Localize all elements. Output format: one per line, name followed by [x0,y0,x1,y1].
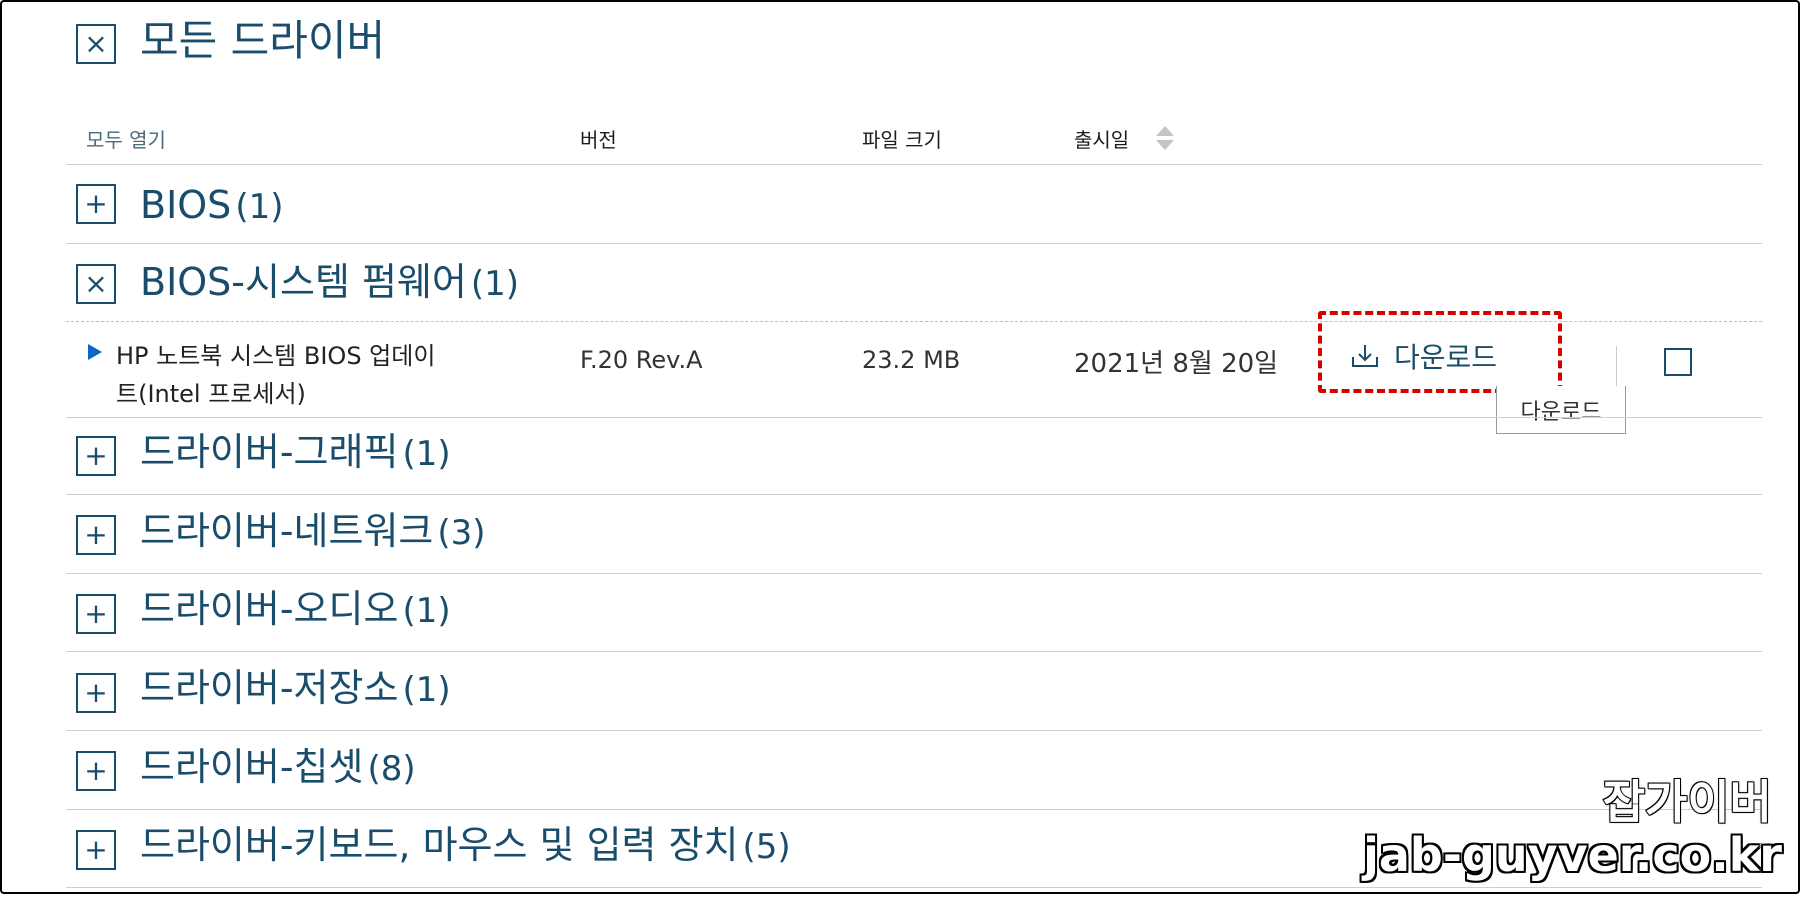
driver-version: F.20 Rev.A [580,346,703,374]
highlight-box [1318,311,1562,393]
category-count: (3) [437,513,486,553]
category-label: 드라이버-저장소 [140,666,399,710]
category-label: 드라이버-오디오 [140,587,399,631]
category-title-storage[interactable]: 드라이버-저장소 (1) [140,669,451,707]
category-count: (5) [742,827,791,867]
category-label: BIOS-시스템 펌웨어 [140,260,467,304]
plus-icon: + [84,754,108,787]
category-label: 드라이버-키보드, 마우스 및 입력 장치 [140,823,739,867]
watermark-url: jab-guyver.co.kr [1363,828,1782,882]
divider [66,164,1762,165]
close-icon: × [84,27,108,60]
open-all-link[interactable]: 모두 열기 [86,124,166,153]
category-count: (1) [402,591,451,631]
category-title-bios[interactable]: BIOS (1) [140,186,283,224]
close-icon: × [84,267,108,300]
category-title-audio[interactable]: 드라이버-오디오 (1) [140,590,451,628]
category-count: (1) [235,187,284,227]
file-size-column-header: 파일 크기 [862,128,942,152]
plus-icon: + [84,676,108,709]
page-title: 모든 드라이버 [140,16,386,65]
divider [66,417,1762,418]
category-title-graphics[interactable]: 드라이버-그래픽 (1) [140,433,451,471]
plus-icon: + [84,187,108,220]
category-label: BIOS [140,183,232,227]
driver-release-date: 2021년 8월 20일 [1074,349,1279,379]
sort-icon[interactable] [1155,124,1175,152]
category-toggle-bios-firmware[interactable]: × [76,264,116,304]
divider [66,887,1762,888]
watermark-brand: 잡가이버 [1602,774,1773,830]
version-column-header: 버전 [580,128,617,152]
divider [66,494,1762,495]
category-label: 드라이버-네트워크 [140,509,434,553]
category-count: (1) [402,670,451,710]
category-toggle-audio[interactable]: + [76,594,116,634]
driver-file-size: 23.2 MB [862,346,961,374]
category-count: (8) [367,749,416,789]
divider [1616,346,1617,386]
category-toggle-bios[interactable]: + [76,184,116,224]
category-toggle-chipset[interactable]: + [76,751,116,791]
category-toggle-network[interactable]: + [76,515,116,555]
collapse-all-toggle[interactable]: × [76,24,116,64]
category-title-network[interactable]: 드라이버-네트워크 (3) [140,512,486,550]
release-date-column-header[interactable]: 출시일 [1074,124,1129,153]
category-title-bios-firmware[interactable]: BIOS-시스템 펌웨어 (1) [140,263,519,301]
category-count: (1) [402,434,451,474]
divider [66,809,1762,810]
category-title-input-devices[interactable]: 드라이버-키보드, 마우스 및 입력 장치 (5) [140,826,791,864]
category-toggle-graphics[interactable]: + [76,436,116,476]
category-label: 드라이버-그래픽 [140,430,399,474]
tooltip: 다운로드 [1496,386,1626,434]
plus-icon: + [84,518,108,551]
category-label: 드라이버-칩셋 [140,745,364,789]
divider [66,573,1762,574]
divider [66,651,1762,652]
driver-name-line2: 트(Intel 프로세서) [116,380,306,408]
divider [66,243,1762,244]
plus-icon: + [84,597,108,630]
plus-icon: + [84,439,108,472]
driver-name-line1: HP 노트북 시스템 BIOS 업데이 [116,342,436,370]
plus-icon: + [84,833,108,866]
expand-row-icon[interactable] [88,344,102,360]
divider [66,730,1762,731]
category-title-chipset[interactable]: 드라이버-칩셋 (8) [140,748,416,786]
category-toggle-input-devices[interactable]: + [76,830,116,870]
select-checkbox[interactable] [1664,348,1692,376]
category-toggle-storage[interactable]: + [76,673,116,713]
category-count: (1) [470,264,520,304]
